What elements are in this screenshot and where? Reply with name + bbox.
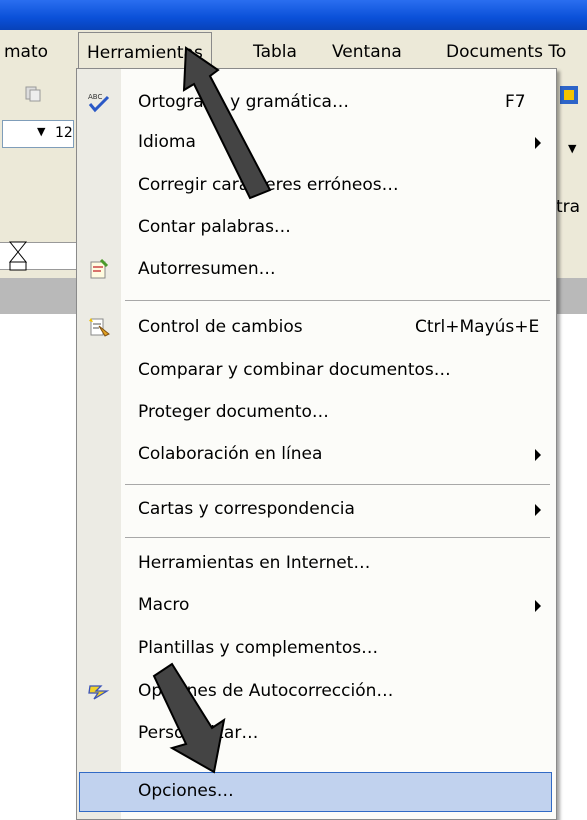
menu-item-autorresumen[interactable]: Autorresumen… xyxy=(77,250,556,288)
menu-item-herramientas-internet[interactable]: Herramientas en Internet… xyxy=(77,544,556,582)
menu-documents-to[interactable]: Documents To xyxy=(446,30,566,70)
menu-item-proteger[interactable]: Proteger documento… xyxy=(77,393,556,431)
autosummary-icon xyxy=(87,258,111,280)
chevron-down-icon: ▼ xyxy=(568,142,577,155)
tools-dropdown-menu: ABC Ortografía y gramática… F7 Idioma Co… xyxy=(76,68,557,820)
submenu-arrow-icon xyxy=(535,449,541,461)
menu-item-cartas[interactable]: Cartas y correspondencia xyxy=(77,490,556,528)
menu-item-spelling[interactable]: ABC Ortografía y gramática… F7 xyxy=(77,83,556,121)
menu-item-macro[interactable]: Macro xyxy=(77,586,556,624)
menu-item-comparar[interactable]: Comparar y combinar documentos… xyxy=(77,351,556,389)
menu-ventana[interactable]: Ventana xyxy=(332,30,402,70)
font-size-value: 12 xyxy=(55,125,73,141)
annotation-arrow-up-icon xyxy=(182,46,272,200)
title-bar xyxy=(0,0,587,30)
submenu-arrow-icon xyxy=(535,504,541,516)
menu-item-opciones[interactable]: Opciones… xyxy=(79,772,552,812)
menu-item-control-cambios[interactable]: Control de cambios Ctrl+Mayús+E xyxy=(77,308,556,346)
menu-separator xyxy=(125,484,550,485)
annotation-arrow-down-icon xyxy=(152,662,226,774)
svg-text:ABC: ABC xyxy=(88,93,102,101)
toolbar-right-text: tra xyxy=(556,197,581,217)
font-size-dropdown[interactable]: ▼ 12 xyxy=(2,120,74,148)
menu-item-contar[interactable]: Contar palabras… xyxy=(77,208,556,246)
submenu-arrow-icon xyxy=(535,137,541,149)
toolbar-right-icon[interactable] xyxy=(554,84,587,106)
menu-bar: mato Herramientas Tabla Ventana Document… xyxy=(0,30,587,71)
menu-item-personalizar[interactable]: Personalizar… xyxy=(77,714,556,752)
menu-separator xyxy=(125,537,550,538)
chevron-down-icon: ▼ xyxy=(37,125,46,138)
menu-formato[interactable]: mato xyxy=(4,30,48,70)
menu-item-plantillas[interactable]: Plantillas y complementos… xyxy=(77,629,556,667)
autocorrect-icon xyxy=(87,680,111,702)
spellcheck-icon: ABC xyxy=(87,91,111,113)
menu-item-autocorreccion[interactable]: Opciones de Autocorrección… xyxy=(77,672,556,710)
toolbar-right-arrow[interactable]: ▼ xyxy=(554,140,587,160)
submenu-arrow-icon xyxy=(535,600,541,612)
menu-item-colaboracion[interactable]: Colaboración en línea xyxy=(77,435,556,473)
indent-marker-icon[interactable] xyxy=(8,240,28,274)
menu-separator xyxy=(125,300,550,301)
paste-icon[interactable] xyxy=(24,84,42,102)
menu-item-idioma[interactable]: Idioma xyxy=(77,123,556,161)
menu-item-corregir[interactable]: Corregir caracteres erróneos… xyxy=(77,166,556,204)
track-changes-icon xyxy=(87,316,111,338)
